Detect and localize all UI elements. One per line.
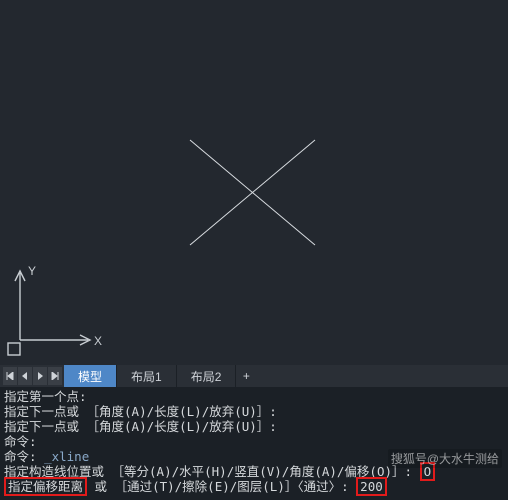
axis-x-label: X xyxy=(94,334,102,348)
highlight-offset-label: 指定偏移距离 xyxy=(4,477,87,496)
tab-nav-prev[interactable] xyxy=(18,367,32,385)
tab-layout1[interactable]: 布局1 xyxy=(117,365,177,387)
tab-add-button[interactable]: + xyxy=(236,365,256,387)
tab-nav-last[interactable] xyxy=(48,367,62,385)
tab-nav-first[interactable] xyxy=(3,367,17,385)
axis-y-label: Y xyxy=(28,264,36,278)
highlight-offset-value: 200 xyxy=(356,477,387,496)
tab-nav-next[interactable] xyxy=(33,367,47,385)
cmd-line: 指定第一个点: xyxy=(4,389,504,404)
ucs-icon: Y X xyxy=(0,255,110,365)
layout-tab-bar: 模型 布局1 布局2 + xyxy=(0,365,508,387)
tab-layout2[interactable]: 布局2 xyxy=(177,365,237,387)
cmd-line: 指定下一点或 ［角度(A)/长度(L)/放弃(U)］: xyxy=(4,404,504,419)
layout-tabs: 模型 布局1 布局2 xyxy=(64,365,236,387)
cmd-line: 指定下一点或 ［角度(A)/长度(L)/放弃(U)］: xyxy=(4,419,504,434)
command-window[interactable]: 指定第一个点: 指定下一点或 ［角度(A)/长度(L)/放弃(U)］: 指定下一… xyxy=(0,387,508,500)
cmd-line: 指定偏移距离 或 ［通过(T)/擦除(E)/图层(L)］〈通过〉: 200 xyxy=(4,479,504,494)
tab-model[interactable]: 模型 xyxy=(64,365,117,387)
watermark: 搜狐号@大水牛测给 xyxy=(388,449,502,468)
cmd-line: 命令: xyxy=(4,434,504,449)
drawing-viewport[interactable]: Y X xyxy=(0,0,508,365)
tab-nav-group xyxy=(0,365,64,387)
